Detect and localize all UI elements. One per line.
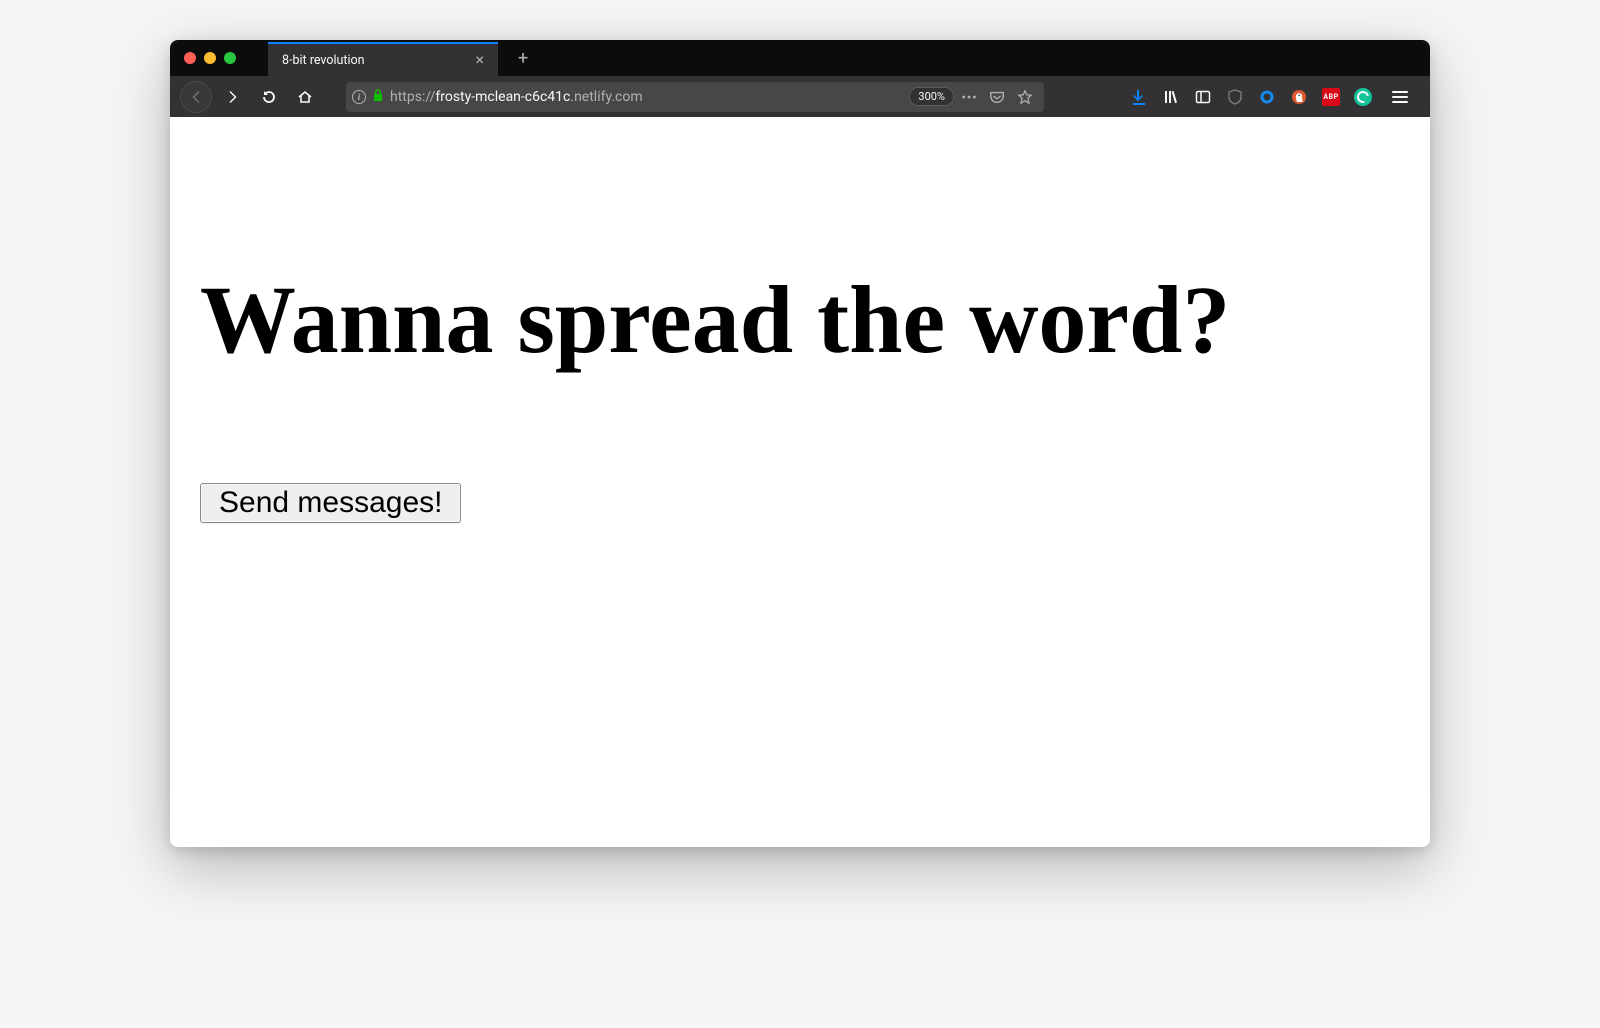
send-messages-button[interactable]: Send messages! (200, 483, 461, 523)
reload-icon (261, 89, 277, 105)
tab-close-button[interactable]: × (471, 52, 488, 68)
page-actions (960, 88, 1038, 106)
home-button[interactable] (290, 82, 320, 112)
maximize-window-button[interactable] (224, 52, 236, 64)
privacy-shield-icon[interactable] (1226, 88, 1244, 106)
extension-circle-icon[interactable] (1258, 88, 1276, 106)
forward-button[interactable] (218, 82, 248, 112)
library-button[interactable] (1162, 88, 1180, 106)
downloads-button[interactable] (1130, 88, 1148, 106)
new-tab-button[interactable]: + (506, 40, 540, 76)
url-text: https://frosty-mclean-c6c41c.netlify.com (390, 89, 643, 105)
extension-abp-icon[interactable]: ABP (1322, 88, 1340, 106)
zoom-indicator[interactable]: 300% (909, 87, 954, 106)
toolbar-right: ABP (1130, 88, 1420, 106)
tab-title: 8-bit revolution (282, 53, 365, 68)
back-button[interactable] (180, 81, 212, 113)
window-controls (184, 52, 236, 64)
app-menu-button[interactable] (1386, 91, 1414, 103)
hamburger-icon (1392, 91, 1408, 93)
extension-duck-icon[interactable] (1290, 88, 1308, 106)
nav-toolbar: i https://frosty-mclean-c6c41c.netlify.c… (170, 76, 1430, 117)
home-icon (297, 89, 313, 105)
extension-grammarly-icon[interactable] (1354, 88, 1372, 106)
page-heading: Wanna spread the word? (200, 267, 1400, 373)
url-protocol: https:// (390, 89, 435, 105)
title-bar: 8-bit revolution × + (170, 40, 1430, 76)
address-bar[interactable]: i https://frosty-mclean-c6c41c.netlify.c… (346, 82, 1044, 112)
info-icon: i (352, 90, 366, 104)
browser-tab[interactable]: 8-bit revolution × (268, 42, 498, 76)
site-identity[interactable]: i (352, 87, 384, 106)
browser-window: 8-bit revolution × + i https://fros (170, 40, 1430, 847)
sidebar-button[interactable] (1194, 88, 1212, 106)
bookmark-star-icon[interactable] (1016, 88, 1034, 106)
url-host: frosty-mclean-c6c41c (435, 89, 570, 105)
page-viewport: Wanna spread the word? Send messages! (170, 117, 1430, 847)
pocket-icon[interactable] (988, 88, 1006, 106)
close-window-button[interactable] (184, 52, 196, 64)
arrow-left-icon (188, 89, 204, 105)
minimize-window-button[interactable] (204, 52, 216, 64)
ellipsis-icon[interactable] (960, 88, 978, 106)
url-domain-tail: .netlify.com (570, 89, 642, 105)
lock-icon (372, 87, 384, 106)
arrow-right-icon (225, 89, 241, 105)
reload-button[interactable] (254, 82, 284, 112)
